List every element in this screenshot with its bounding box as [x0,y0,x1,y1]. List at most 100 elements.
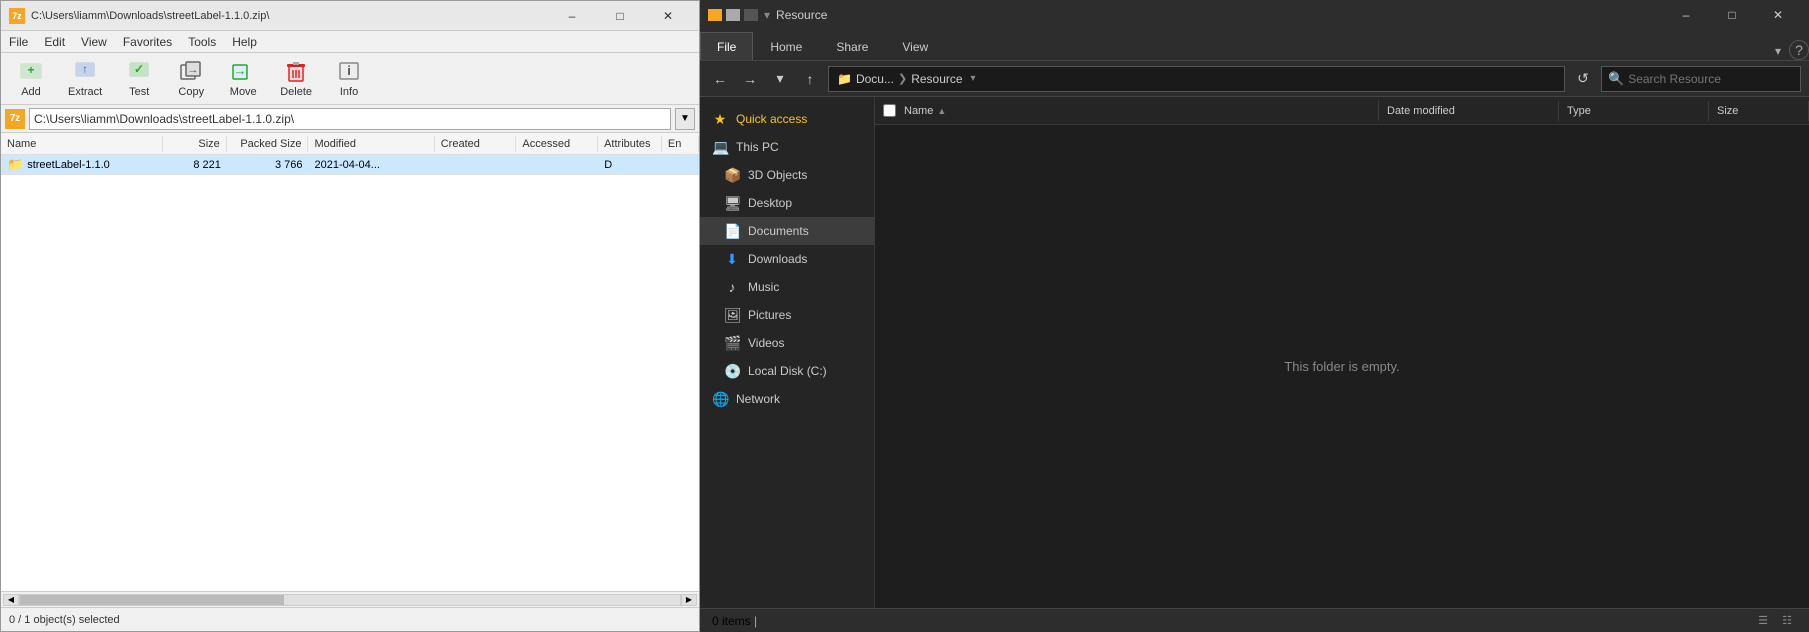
up-button[interactable]: ↑ [798,67,822,91]
add-button[interactable]: + Add [7,57,55,101]
col-header-modified[interactable]: Date modified [1379,101,1559,121]
minimize-button[interactable]: – [549,1,595,31]
copy-icon: → [179,60,203,84]
sidebar-item-quick-access[interactable]: ★ Quick access [700,105,874,133]
forward-button[interactable]: → [738,67,762,91]
tab-share[interactable]: Share [819,32,885,60]
path-input[interactable] [29,108,671,130]
left-window-title: C:\Users\liamm\Downloads\streetLabel-1.1… [31,10,269,22]
ribbon-expand-button[interactable]: ▾ [1767,42,1789,60]
file-row[interactable]: 📁 streetLabel-1.1.0 8 221 3 766 2021-04-… [1,155,699,175]
menu-tools[interactable]: Tools [180,33,224,51]
search-box[interactable]: 🔍 [1601,66,1801,92]
refresh-button[interactable]: ↺ [1571,67,1595,91]
right-maximize-button[interactable]: □ [1709,0,1755,30]
sidebar-item-label-this-pc: This PC [736,140,779,154]
close-button[interactable]: ✕ [645,1,691,31]
extract-label: Extract [68,86,102,98]
sidebar-item-downloads[interactable]: ⬇ Downloads [700,245,874,273]
col-header-attributes[interactable]: Attributes [598,136,662,152]
sidebar-item-documents[interactable]: 📄 Documents [700,217,874,245]
sidebar-item-music[interactable]: ♪ Music [700,273,874,301]
sort-arrow: ▲ [937,106,946,116]
add-icon: + [19,60,43,84]
menu-view[interactable]: View [73,33,115,51]
select-all-checkbox[interactable] [883,104,896,117]
maximize-button[interactable]: □ [597,1,643,31]
delete-button[interactable]: Delete [271,57,321,101]
copy-button[interactable]: → Copy [167,57,215,101]
tab-file[interactable]: File [700,32,753,60]
large-icon-view-button[interactable]: ☷ [1777,612,1797,630]
sidebar-item-videos[interactable]: 🎬 Videos [700,329,874,357]
menu-favorites[interactable]: Favorites [115,33,180,51]
file-list-header: Name Size Packed Size Modified Created A… [1,133,699,155]
sidebar-item-label-music: Music [748,280,779,294]
sidebar-item-label-pictures: Pictures [748,308,791,322]
svg-text:↑: ↑ [82,62,88,76]
add-label: Add [21,86,41,98]
left-toolbar: + Add ↑ Extract ✓ Test [1,53,699,105]
right-statusbar: 0 items | ☰ ☷ [700,608,1809,632]
videos-icon: 🎬 [724,335,740,352]
sidebar-item-3d-objects[interactable]: 📦 3D Objects [700,161,874,189]
scroll-right-arrow[interactable]: ▶ [681,594,697,606]
col-header-size[interactable]: Size [1709,101,1809,121]
svg-text:i: i [347,63,351,78]
extract-button[interactable]: ↑ Extract [59,57,111,101]
test-button[interactable]: ✓ Test [115,57,163,101]
left-menubar: File Edit View Favorites Tools Help [1,31,699,53]
delete-icon [284,60,308,84]
path-dropdown[interactable]: ▼ [675,108,695,130]
delete-label: Delete [280,86,312,98]
scroll-left-arrow[interactable]: ◀ [3,594,19,606]
info-button[interactable]: i Info [325,57,373,101]
sidebar-item-this-pc[interactable]: 💻 This PC [700,133,874,161]
tab-view[interactable]: View [885,32,945,60]
sidebar-item-pictures[interactable]: 🖼 Pictures [700,301,874,329]
right-minimize-button[interactable]: – [1663,0,1709,30]
right-close-button[interactable]: ✕ [1755,0,1801,30]
col-header-type[interactable]: Type [1559,101,1709,121]
scrollbar-track[interactable] [19,594,681,606]
menu-edit[interactable]: Edit [36,33,73,51]
sidebar-item-label-downloads: Downloads [748,252,807,266]
left-panel: 7z C:\Users\liamm\Downloads\streetLabel-… [0,0,700,632]
back-button[interactable]: ← [708,67,732,91]
col-header-size[interactable]: Size [163,136,227,152]
path-chevron: ▾ [971,73,976,84]
left-title-left: 7z C:\Users\liamm\Downloads\streetLabel-… [9,8,269,24]
right-window-controls: – □ ✕ [1663,0,1801,30]
content-body: This folder is empty. [875,125,1809,608]
title-icons [708,9,758,21]
col-header-created[interactable]: Created [435,136,517,152]
col-header-modified[interactable]: Modified [308,136,434,152]
recent-locations-button[interactable]: ▾ [768,67,792,91]
move-icon: → [231,60,255,84]
sidebar-item-desktop[interactable]: 🖥 Desktop [700,189,874,217]
horizontal-scrollbar[interactable]: ◀ ▶ [1,591,699,607]
detail-view-button[interactable]: ☰ [1753,612,1773,630]
sidebar-item-local-disk[interactable]: 💿 Local Disk (C:) [700,357,874,385]
tab-home[interactable]: Home [753,32,819,60]
address-path[interactable]: 📁 Docu... ❯ Resource ▾ [828,66,1565,92]
col-header-enc[interactable]: En [662,136,699,152]
sidebar-item-label-quick-access: Quick access [736,112,807,126]
move-button[interactable]: → Move [219,57,267,101]
col-header-packed[interactable]: Packed Size [227,136,309,152]
file-cell-attributes: D [598,159,662,171]
col-header-name[interactable]: Name ▲ [875,100,1379,121]
ribbon-help-button[interactable]: ? [1789,40,1809,60]
scrollbar-thumb [20,595,284,605]
search-input[interactable] [1628,72,1794,86]
right-content: Name ▲ Date modified Type Size This fold… [875,97,1809,608]
sidebar-item-network[interactable]: 🌐 Network [700,385,874,413]
documents-icon: 📄 [724,223,740,240]
menu-help[interactable]: Help [224,33,265,51]
col-header-accessed[interactable]: Accessed [516,136,598,152]
col-header-name[interactable]: Name [1,136,163,152]
ribbon-tabs: File Home Share View ▾ ? [700,30,1809,60]
title-icon-white [726,9,740,21]
path-icon: 7z [5,109,25,129]
menu-file[interactable]: File [1,33,36,51]
